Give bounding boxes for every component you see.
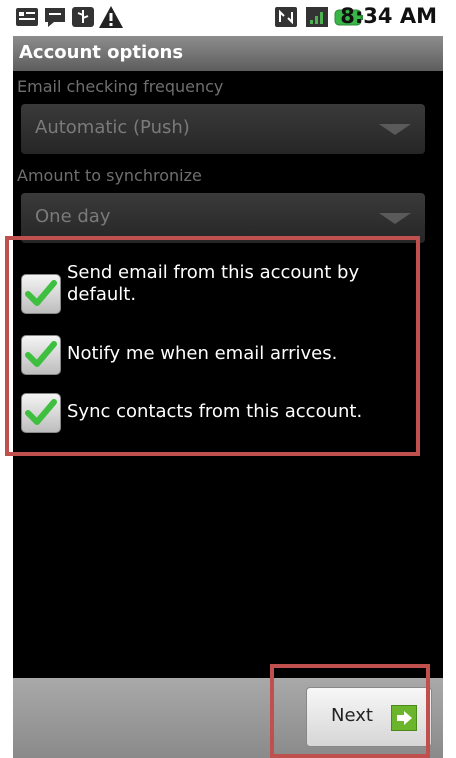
status-bar: 8:34 AM — [13, 0, 443, 36]
page-title: Account options — [19, 42, 184, 63]
frequency-label: Email checking frequency — [17, 77, 224, 96]
notification-icon — [16, 8, 38, 26]
sync-amount-label: Amount to synchronize — [17, 166, 202, 185]
options-highlight-box — [5, 236, 420, 456]
signal-icon — [306, 7, 328, 27]
chat-icon — [45, 8, 65, 27]
sync-amount-value: One day — [35, 206, 111, 227]
dropdown-arrow-icon — [379, 124, 411, 135]
next-highlight-box — [270, 664, 430, 758]
status-time: 8:34 AM — [340, 4, 437, 28]
network-icon — [275, 7, 297, 27]
usb-icon — [72, 7, 94, 27]
warning-icon — [99, 6, 123, 28]
dropdown-arrow-icon — [379, 213, 411, 224]
frequency-value: Automatic (Push) — [35, 117, 190, 138]
frequency-spinner[interactable]: Automatic (Push) — [21, 104, 425, 154]
title-bar: Account options — [13, 36, 443, 71]
